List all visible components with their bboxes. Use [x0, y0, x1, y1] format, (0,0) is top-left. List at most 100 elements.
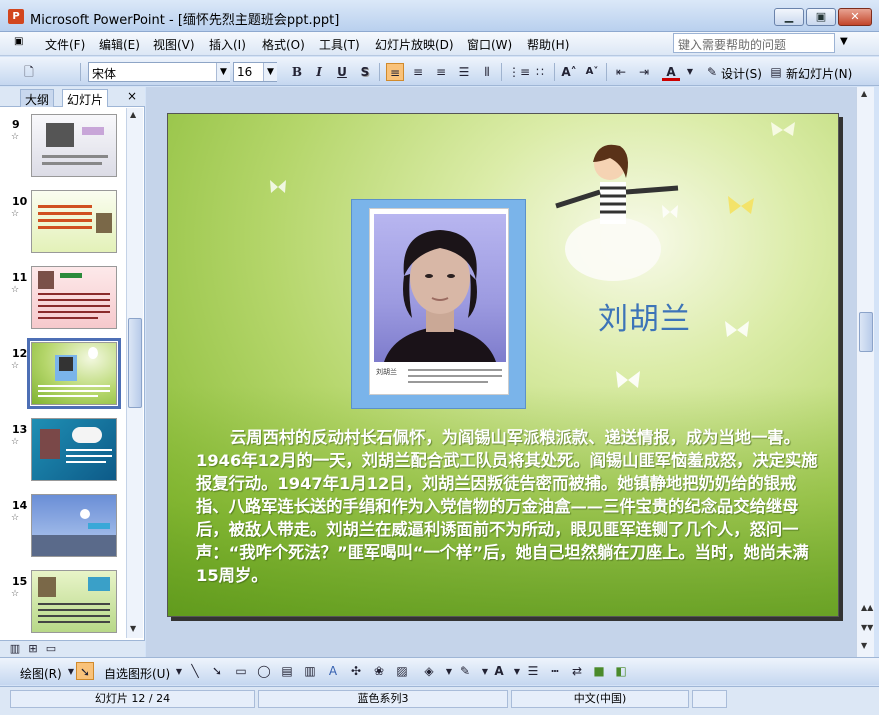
slide-thumbnail-10[interactable]	[31, 190, 117, 253]
justify-icon[interactable]: ☰	[455, 63, 473, 81]
wordart-icon[interactable]: A	[324, 662, 342, 680]
slide-number: 11	[12, 271, 28, 284]
doc-icon[interactable]: ▣	[14, 36, 23, 47]
numbering-icon[interactable]: ⋮≡	[508, 63, 530, 81]
menu-format[interactable]: 格式(O)	[262, 36, 305, 53]
animation-star-icon: ☆	[11, 361, 20, 371]
increase-font-icon[interactable]: A˄	[560, 63, 578, 81]
slide-title[interactable]: 刘胡兰	[598, 294, 691, 338]
maximize-button[interactable]: ▣	[806, 8, 836, 26]
slide-thumbnail-14[interactable]	[31, 494, 117, 557]
menu-edit[interactable]: 编辑(E)	[99, 36, 140, 53]
new-document-icon[interactable]: 🗋	[20, 63, 38, 81]
insert-picture-icon[interactable]: ▨	[393, 662, 411, 680]
oval-tool-icon[interactable]: ◯	[255, 662, 273, 680]
slide-thumbnail-15[interactable]	[31, 570, 117, 633]
scrollbar-thumb[interactable]	[128, 318, 142, 408]
line-color-icon[interactable]: ✎	[456, 662, 474, 680]
menu-file[interactable]: 文件(F)	[45, 36, 85, 53]
slide-body-text[interactable]: 云周西村的反动村长石佩怀，为阎锡山军派粮派款、递送情报，成为当地一害。1946年…	[196, 426, 826, 587]
dash-style-icon[interactable]: ┅	[546, 662, 564, 680]
arrow-tool-icon[interactable]: ➘	[208, 662, 226, 680]
arrow-style-icon[interactable]: ⇄	[568, 662, 586, 680]
scrollbar-thumb[interactable]	[859, 312, 873, 352]
slide-thumbnail-9[interactable]	[31, 114, 117, 177]
line-tool-icon[interactable]: ╲	[186, 662, 204, 680]
scroll-up-icon[interactable]: ▲	[861, 89, 867, 98]
toolbar-separator	[80, 63, 81, 81]
font-name-select[interactable]: 宋体	[88, 62, 230, 82]
tab-slides[interactable]: 幻灯片	[62, 89, 109, 107]
previous-slide-icon[interactable]: ▲▲	[861, 603, 873, 612]
help-dropdown-icon[interactable]: ▼	[840, 36, 848, 47]
draw-menu-button[interactable]: 绘图(R)	[20, 665, 62, 682]
bold-button[interactable]: B	[288, 63, 306, 81]
slide-counter: 幻灯片 12 / 24	[10, 690, 255, 708]
animation-star-icon: ☆	[11, 209, 20, 219]
close-button[interactable]: ✕	[838, 8, 872, 26]
menu-window[interactable]: 窗口(W)	[467, 36, 512, 53]
scroll-up-icon[interactable]: ▲	[130, 110, 136, 119]
distribute-icon[interactable]: ⫴	[478, 63, 496, 81]
new-slide-button[interactable]: 新幻灯片(N)	[786, 65, 852, 82]
bullets-icon[interactable]: ∷	[531, 63, 549, 81]
menu-help[interactable]: 帮助(H)	[527, 36, 569, 53]
menu-insert[interactable]: 插入(I)	[209, 36, 246, 53]
normal-view-icon[interactable]: ▥	[6, 640, 24, 658]
menu-view[interactable]: 视图(V)	[153, 36, 195, 53]
minimize-button[interactable]: ▁	[774, 8, 804, 26]
italic-button[interactable]: I	[310, 63, 328, 81]
fill-color-icon[interactable]: ◈	[420, 662, 438, 680]
shadow-button[interactable]: S	[356, 63, 374, 81]
current-slide[interactable]: 刘胡兰 刘胡兰 云周西村的反动村长石佩怀，为阎锡山军派粮派款、递送情报，成为当地…	[167, 113, 839, 617]
menu-slideshow[interactable]: 幻灯片放映(D)	[375, 36, 454, 53]
slide-thumbnail-11[interactable]	[31, 266, 117, 329]
formatting-toolbar: 🗋 宋体 ▼ 16 ▼ B I U S ≡ ≡ ≡ ☰ ⫴ ⋮≡ ∷ A˄ A˅…	[0, 57, 879, 86]
scroll-down-icon[interactable]: ▼	[130, 624, 136, 633]
autoshapes-button[interactable]: 自选图形(U)	[104, 665, 170, 682]
vertical-textbox-icon[interactable]: ▥	[301, 662, 319, 680]
draw-font-color-icon[interactable]: A	[490, 662, 508, 680]
rectangle-tool-icon[interactable]: ▭	[232, 662, 250, 680]
select-pointer-icon[interactable]: ➘	[76, 662, 94, 680]
scroll-down-icon[interactable]: ▼	[861, 641, 867, 650]
design-button[interactable]: 设计(S)	[721, 65, 762, 82]
slide-scrollbar[interactable]: ▲ ▲▲ ▼▼ ▼	[856, 87, 874, 657]
new-slide-icon[interactable]: ▤	[767, 63, 785, 81]
portrait-photo-frame[interactable]: 刘胡兰	[351, 199, 526, 409]
butterfly-icon	[771, 122, 795, 136]
slide-number: 15	[12, 575, 28, 588]
font-color-dropdown-icon[interactable]: ▼	[681, 63, 699, 81]
menu-tools[interactable]: 工具(T)	[319, 36, 360, 53]
font-color-icon[interactable]: A	[662, 63, 680, 81]
tab-outline[interactable]: 大纲	[20, 89, 55, 107]
clipart-icon[interactable]: ❀	[370, 662, 388, 680]
title-bar: P Microsoft PowerPoint - [缅怀先烈主题班会ppt.pp…	[0, 0, 879, 32]
slide-thumbnail-13[interactable]	[31, 418, 117, 481]
slide-sorter-icon[interactable]: ⊞	[24, 640, 42, 658]
font-name-dropdown-icon[interactable]: ▼	[216, 63, 230, 81]
slide-thumbnail-12[interactable]	[27, 338, 121, 409]
design-icon[interactable]: ✎	[703, 63, 721, 81]
increase-indent-icon[interactable]: ⇥	[635, 63, 653, 81]
font-size-dropdown-icon[interactable]: ▼	[263, 63, 277, 81]
next-slide-icon[interactable]: ▼▼	[861, 623, 873, 632]
thumbnail-scrollbar[interactable]: ▲ ▼	[126, 108, 143, 638]
align-center-icon[interactable]: ≡	[409, 63, 427, 81]
close-pane-icon[interactable]: ×	[127, 89, 137, 103]
help-search-input[interactable]: 键入需要帮助的问题	[673, 33, 835, 53]
pane-tabs: 大纲 幻灯片	[0, 87, 145, 107]
align-left-icon[interactable]: ≡	[386, 63, 404, 81]
underline-button[interactable]: U	[333, 63, 351, 81]
diagram-icon[interactable]: ✣	[347, 662, 365, 680]
status-empty-cell	[692, 690, 727, 708]
align-right-icon[interactable]: ≡	[432, 63, 450, 81]
decrease-font-icon[interactable]: A˅	[583, 63, 601, 81]
textbox-tool-icon[interactable]: ▤	[278, 662, 296, 680]
animation-star-icon: ☆	[11, 285, 20, 295]
line-style-icon[interactable]: ☰	[524, 662, 542, 680]
decrease-indent-icon[interactable]: ⇤	[612, 63, 630, 81]
shadow-style-icon[interactable]: ■	[590, 662, 608, 680]
slideshow-view-icon[interactable]: ▭	[42, 640, 60, 658]
3d-style-icon[interactable]: ◧	[612, 662, 630, 680]
